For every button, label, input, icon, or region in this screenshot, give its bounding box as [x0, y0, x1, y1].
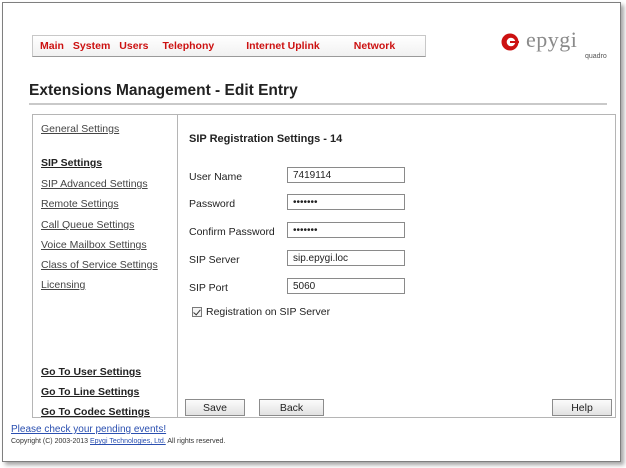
registration-checkbox-row[interactable]: Registration on SIP Server: [192, 306, 330, 318]
sip-port-label: SIP Port: [189, 282, 228, 294]
logo-wordmark: epygi: [526, 27, 578, 52]
back-button[interactable]: Back: [259, 399, 324, 416]
sidebar-item-voice-mailbox-settings[interactable]: Voice Mailbox Settings: [41, 239, 147, 251]
user-name-label: User Name: [189, 171, 243, 183]
sip-server-label: SIP Server: [189, 254, 240, 266]
top-navigation: Main System Users Telephony Internet Upl…: [32, 35, 426, 57]
confirm-password-label: Confirm Password: [189, 226, 275, 238]
sidebar-item-sip-advanced-settings[interactable]: SIP Advanced Settings: [41, 178, 148, 190]
registration-checkbox-label: Registration on SIP Server: [206, 306, 331, 318]
nav-main[interactable]: Main: [40, 40, 64, 52]
confirm-password-input[interactable]: [287, 222, 405, 238]
sidebar-item-call-queue-settings[interactable]: Call Queue Settings: [41, 219, 134, 231]
logo-mark-icon: [501, 33, 519, 51]
form-area: SIP Registration Settings - 14 User Name…: [178, 115, 615, 417]
pending-events-link[interactable]: Please check your pending events!: [11, 424, 166, 435]
copyright-text: Copyright (C) 2003-2013 Epygi Technologi…: [11, 438, 225, 445]
password-label: Password: [189, 198, 236, 210]
sidebar-item-general-settings[interactable]: General Settings: [41, 123, 119, 135]
main-panel: General Settings SIP Settings SIP Advanc…: [32, 114, 616, 418]
nav-system[interactable]: System: [73, 40, 110, 52]
goto-codec-settings-link[interactable]: Go To Codec Settings: [41, 406, 150, 418]
goto-user-settings-link[interactable]: Go To User Settings: [41, 366, 141, 378]
sip-port-input[interactable]: [287, 278, 405, 294]
title-divider: [29, 103, 607, 105]
user-name-input[interactable]: [287, 167, 405, 183]
goto-line-settings-link[interactable]: Go To Line Settings: [41, 386, 139, 398]
company-link[interactable]: Epygi Technologies, Ltd.: [90, 438, 166, 445]
sidebar-item-licensing[interactable]: Licensing: [41, 279, 85, 291]
sidebar-item-sip-settings[interactable]: SIP Settings: [41, 157, 102, 169]
password-input[interactable]: [287, 194, 405, 210]
sidebar-item-remote-settings[interactable]: Remote Settings: [41, 198, 119, 210]
sip-server-input[interactable]: [287, 250, 405, 266]
sidebar-item-class-of-service-settings[interactable]: Class of Service Settings: [41, 259, 158, 271]
copyright-suffix: All rights reserved.: [167, 438, 226, 445]
copyright-prefix: Copyright (C) 2003-2013: [11, 438, 89, 445]
nav-users[interactable]: Users: [119, 40, 148, 52]
help-button[interactable]: Help: [552, 399, 612, 416]
sidebar: General Settings SIP Settings SIP Advanc…: [33, 115, 178, 418]
form-heading: SIP Registration Settings - 14: [189, 133, 343, 145]
page-title: Extensions Management - Edit Entry: [29, 82, 298, 99]
epygi-logo: epygi quadro: [495, 27, 610, 63]
registration-checkbox[interactable]: [192, 307, 202, 317]
nav-network[interactable]: Network: [354, 40, 395, 52]
logo-subtitle: quadro: [585, 53, 607, 60]
nav-internet-uplink[interactable]: Internet Uplink: [246, 40, 320, 52]
app-window: Main System Users Telephony Internet Upl…: [2, 2, 621, 462]
save-button[interactable]: Save: [185, 399, 245, 416]
nav-telephony[interactable]: Telephony: [162, 40, 214, 52]
